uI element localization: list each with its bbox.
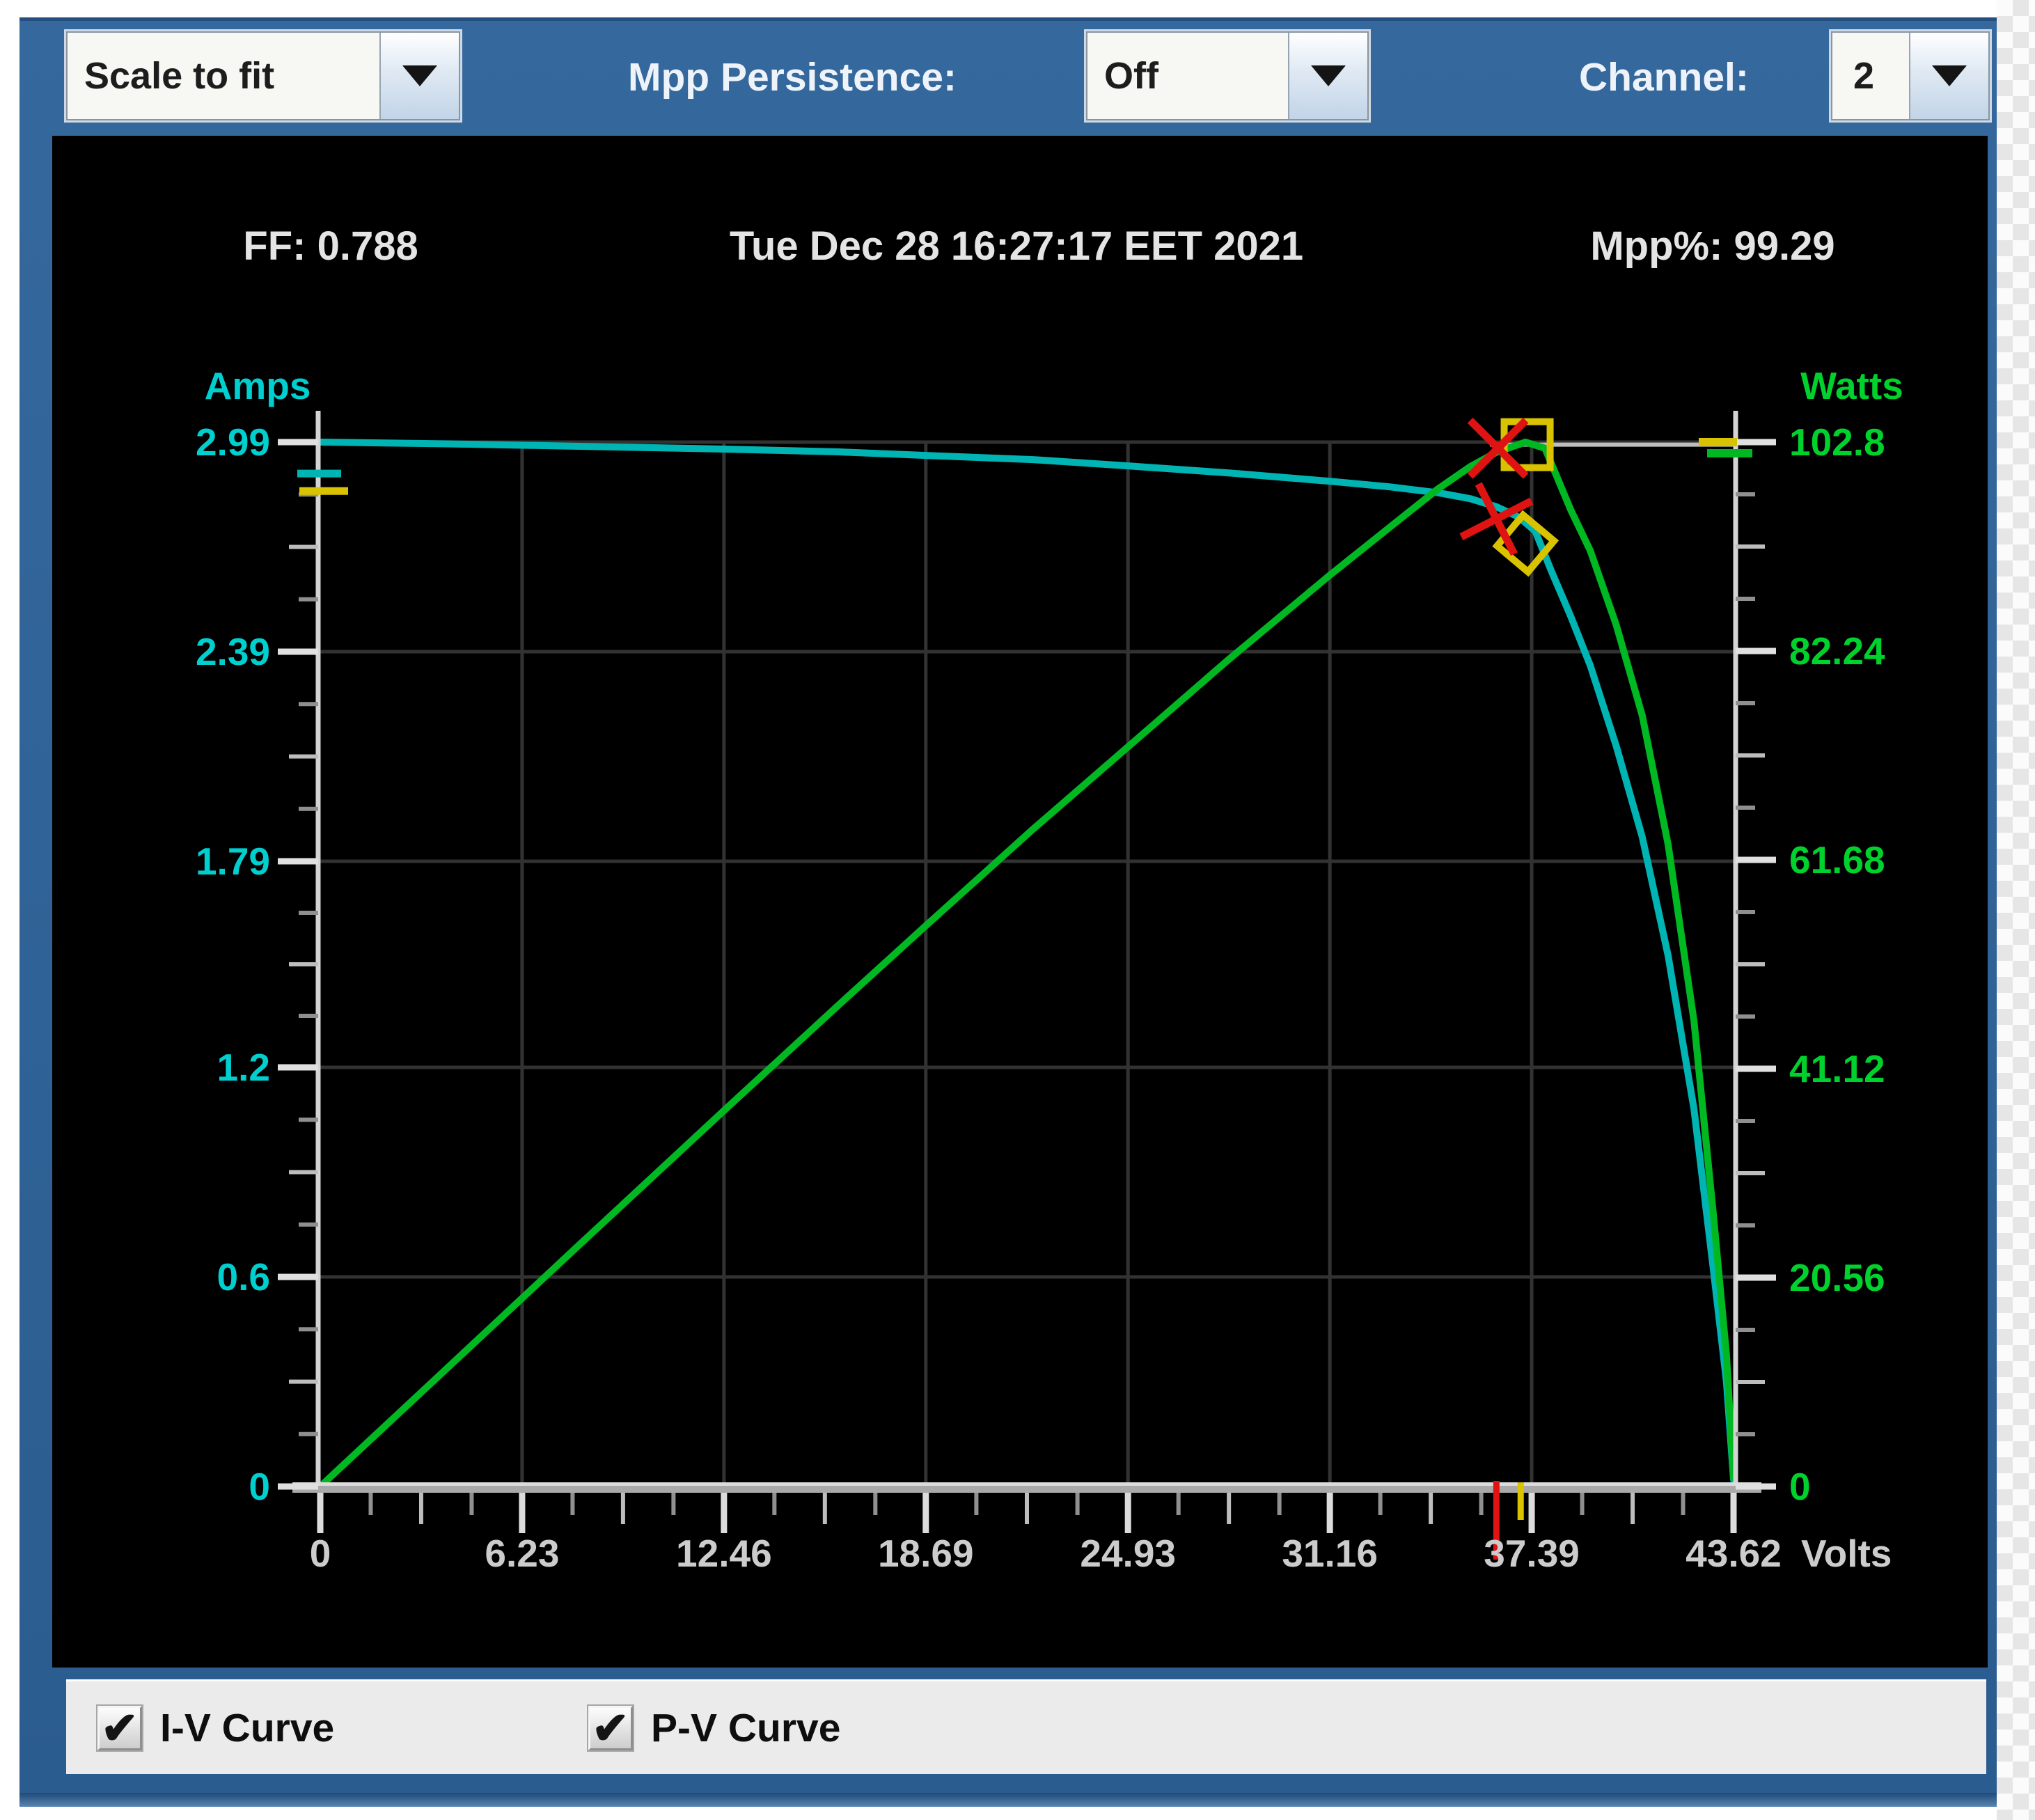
channel-label: Channel: xyxy=(1579,55,1749,100)
iv-pv-chart: 2.99 2.39 1.79 1.2 0.6 0 102.8 82.24 61.68 41.12 2… xyxy=(196,223,1903,1575)
amps-tick-label: 0.6 xyxy=(217,1255,270,1299)
pv-curve-checkbox[interactable]: ✔ xyxy=(588,1703,633,1753)
window-edge-strip xyxy=(1997,0,2035,1820)
volts-tick-label: 31.16 xyxy=(1282,1532,1378,1575)
channel-value: 2 xyxy=(1853,55,1875,97)
amps-tick-label: 1.2 xyxy=(217,1046,270,1089)
volts-tick-label: 18.69 xyxy=(878,1532,974,1575)
iv-curve xyxy=(317,439,1737,1483)
volts-axis-title: Volts xyxy=(1801,1532,1892,1575)
triangle-icon xyxy=(402,65,437,86)
watts-tick-label: 41.12 xyxy=(1789,1047,1885,1090)
app-window: Scale to fit Mpp Persistence: Off Channe… xyxy=(0,0,2035,1820)
triangle-icon xyxy=(1932,65,1967,86)
check-icon: ✔ xyxy=(101,1702,139,1753)
mpp-persistence-value: Off xyxy=(1104,55,1158,97)
markers-layer xyxy=(297,417,1752,1560)
iv-curve-toggle[interactable]: ✔ I-V Curve xyxy=(97,1681,334,1774)
chevron-down-icon[interactable] xyxy=(1288,33,1367,119)
amps-axis-title: Amps xyxy=(205,364,311,407)
mpp-persistence-select[interactable]: Off xyxy=(1086,31,1369,120)
grid-layer xyxy=(320,440,1734,1486)
curves-layer xyxy=(317,439,1737,1490)
chevron-down-icon[interactable] xyxy=(1909,33,1988,119)
iv-curve-checkbox[interactable]: ✔ xyxy=(97,1703,142,1753)
pv-curve-label: P-V Curve xyxy=(651,1705,841,1750)
volts-tick-label: 37.39 xyxy=(1484,1532,1580,1575)
pv-curve xyxy=(317,439,1737,1490)
watts-tick-label: 102.8 xyxy=(1789,421,1885,464)
timestamp: Tue Dec 28 16:27:17 EET 2021 xyxy=(730,223,1303,269)
iv-curve-label: I-V Curve xyxy=(160,1705,335,1750)
tick-labels-layer: 2.99 2.39 1.79 1.2 0.6 0 102.8 82.24 61.68 41.12 2… xyxy=(196,421,1885,1575)
triangle-icon xyxy=(1311,65,1346,86)
volts-tick-label: 6.23 xyxy=(485,1532,559,1575)
watts-tick-label: 20.56 xyxy=(1789,1256,1885,1299)
volts-tick-label: 24.93 xyxy=(1080,1532,1176,1575)
frame-bottom-edge xyxy=(19,1793,1997,1807)
watts-tick-label: 0 xyxy=(1789,1465,1811,1508)
watts-tick-label: 82.24 xyxy=(1789,629,1885,673)
chart-panel: 2.99 2.39 1.79 1.2 0.6 0 102.8 82.24 61.68 41.12 2… xyxy=(52,136,1988,1668)
mpp-persistence-label: Mpp Persistence: xyxy=(628,55,957,100)
amps-tick-label: 1.79 xyxy=(196,840,270,883)
pv-curve-toggle[interactable]: ✔ P-V Curve xyxy=(588,1681,840,1774)
amps-tick-label: 2.39 xyxy=(196,630,270,673)
x-axis-bar-highlight xyxy=(292,1482,1761,1486)
channel-select[interactable]: 2 xyxy=(1831,31,1990,120)
volts-tick-label: 43.62 xyxy=(1686,1532,1782,1575)
volts-tick-label: 0 xyxy=(310,1532,331,1575)
scale-mode-select[interactable]: Scale to fit xyxy=(66,31,460,120)
amps-tick-label: 0 xyxy=(249,1465,270,1508)
chevron-down-icon[interactable] xyxy=(379,33,459,119)
volts-tick-label: 12.46 xyxy=(676,1532,772,1575)
mpp-percent-value: Mpp%: 99.29 xyxy=(1590,223,1834,269)
fill-factor-value: FF: 0.788 xyxy=(243,223,418,269)
curve-toggle-bar: ✔ I-V Curve ✔ P-V Curve xyxy=(66,1679,1986,1774)
watts-tick-label: 61.68 xyxy=(1789,838,1885,881)
watts-axis-title: Watts xyxy=(1800,364,1903,407)
amps-tick-label: 2.99 xyxy=(196,421,270,464)
check-icon: ✔ xyxy=(592,1702,629,1753)
scale-mode-value: Scale to fit xyxy=(84,55,275,97)
